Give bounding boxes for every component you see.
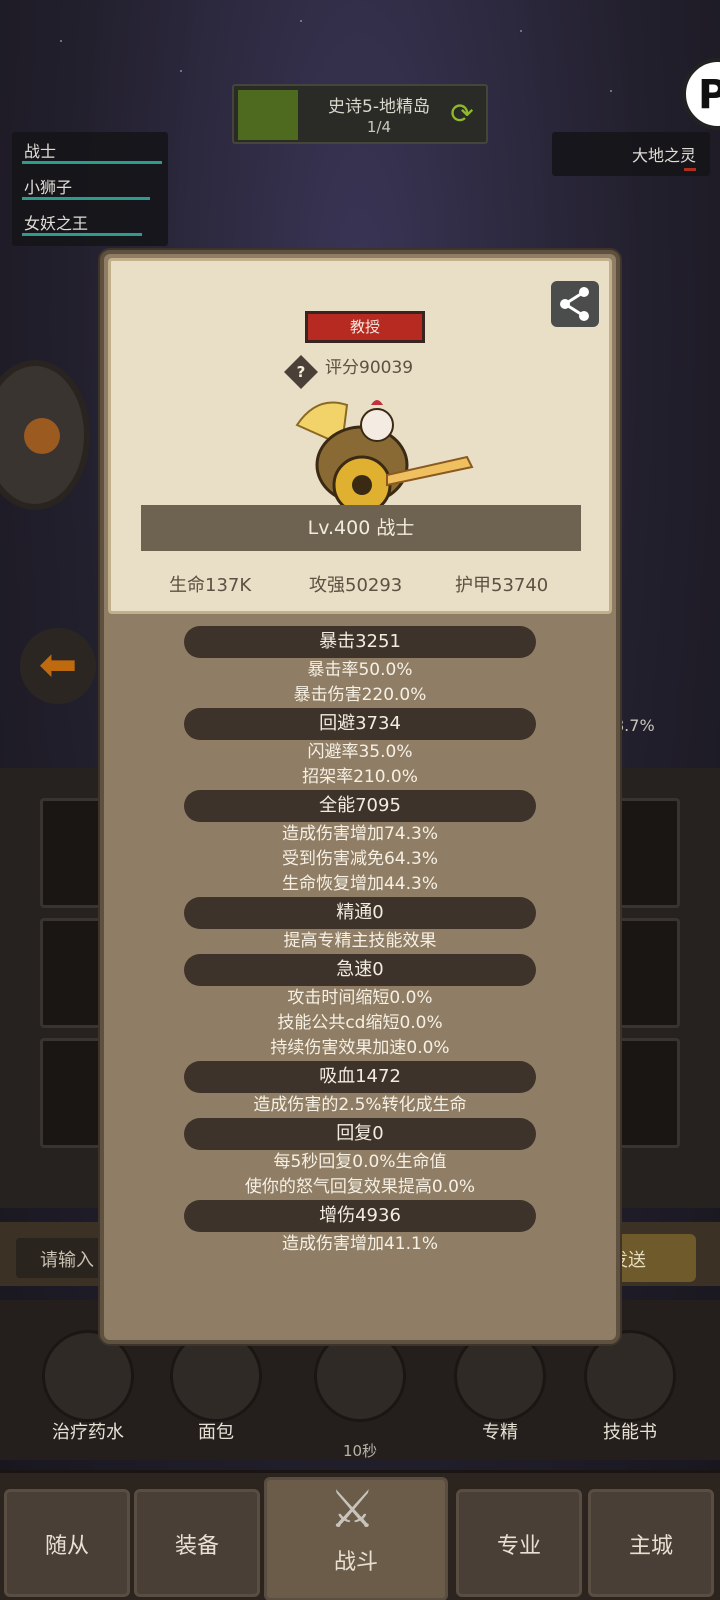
attr-line: 造成伤害的2.5%转化成生命 [253,1095,467,1115]
crossed-swords-icon: ⚔ [329,1480,376,1540]
nav-label: 战斗 [333,1550,378,1575]
stage-indicator[interactable]: 史诗5-地精岛 1/4 ⟳ [232,84,488,144]
nav-label: 专业 [496,1534,541,1559]
attr-line: 暴击率50.0% [307,660,413,680]
inventory-slot[interactable] [616,798,680,908]
attr-avoidance: 回避3734 闪避率35.0% 招架率210.0% [108,708,612,790]
attr-line: 提高专精主技能效果 [283,931,437,951]
inventory-slot[interactable] [40,1038,104,1148]
hp-stat: 生命137K [169,575,252,596]
inventory-slot[interactable] [40,798,104,908]
star [180,70,182,72]
party-member-name: 战士 [24,142,57,161]
party-member-name: 女妖之王 [24,214,89,233]
attr-haste: 急速0 攻击时间缩短0.0% 技能公共cd缩短0.0% 持续伤害效果加速0.0% [108,954,612,1061]
hero-sprite [295,400,474,515]
attr-line: 使你的怒气回复效果提高0.0% [244,1177,476,1197]
attr-line: 生命恢复增加44.3% [281,874,438,894]
attr-head: 回避3734 [184,708,536,740]
skill-label: 面包 [198,1422,234,1443]
nav-label: 装备 [174,1534,219,1559]
party-member[interactable]: 女妖之王 [12,204,168,240]
attr-head: 急速0 [184,954,536,986]
stage-name: 史诗5-地精岛 [328,97,430,117]
stage-wave: 1/4 [366,118,392,136]
attack-stat: 攻强50293 [309,575,403,596]
character-card: 教授 ? 评分90039 Lv.400 战士 生命137K 攻强50293 护甲5… [108,258,612,614]
score-row: ? 评分90039 [284,353,414,389]
attr-head: 全能7095 [184,790,536,822]
inventory-slot[interactable] [616,1038,680,1148]
profile-icon: P [698,72,720,118]
party-member[interactable]: 战士 [12,132,168,168]
enemy-name: 大地之灵 [631,146,696,165]
attr-head: 暴击3251 [184,626,536,658]
attr-head: 回复0 [184,1118,536,1150]
nav-battle[interactable]: ⚔ 战斗 [264,1477,448,1600]
rank-badge: 教授 [305,311,425,343]
attr-line: 招架率210.0% [302,767,418,787]
party-member-name: 小狮子 [24,178,73,197]
attr-head: 吸血1472 [184,1061,536,1093]
hp-bar [22,197,150,200]
skill-label: 专精 [482,1422,518,1443]
attr-head: 精通0 [184,897,536,929]
attr-damage-bonus: 增伤4936 造成伤害增加41.1% [108,1200,612,1257]
party-list: 战士 小狮子 女妖之王 [12,132,168,246]
enemy-target[interactable]: 大地之灵 [552,132,710,176]
skill-label: 技能书 [603,1422,657,1443]
attr-head: 增伤4936 [184,1200,536,1232]
nav-label: 主城 [628,1534,673,1559]
star [60,40,62,42]
help-icon[interactable]: ? [284,355,318,389]
bottom-nav: 随从 装备 ⚔ 战斗 专业 主城 [0,1470,720,1600]
attr-line: 造成伤害增加74.3% [281,824,438,844]
back-arrow-icon[interactable]: ⬅ [20,628,96,704]
attr-lifesteal: 吸血1472 造成伤害的2.5%转化成生命 [108,1061,612,1118]
nav-profession[interactable]: 专业 [456,1489,582,1597]
attr-line: 攻击时间缩短0.0% [287,988,433,1008]
star [520,30,522,32]
nav-label: 随从 [44,1534,89,1559]
refresh-icon[interactable]: ⟳ [446,98,478,130]
attr-line: 每5秒回复0.0%生命值 [273,1152,447,1172]
nav-city[interactable]: 主城 [588,1489,714,1597]
attr-line: 造成伤害增加41.1% [281,1234,438,1254]
attr-line: 受到伤害减免64.3% [281,849,438,869]
attr-line: 持续伤害效果加速0.0% [270,1038,450,1058]
party-member[interactable]: 小狮子 [12,168,168,204]
share-button[interactable] [551,281,599,327]
character-name-level: Lv.400 战士 [141,505,581,551]
nav-equipment[interactable]: 装备 [134,1489,260,1597]
attr-line: 暴击伤害220.0% [293,685,427,705]
core-stats: 生命137K 攻强50293 护甲53740 [111,571,615,601]
nav-followers[interactable]: 随从 [4,1489,130,1597]
score-text: 评分90039 [325,358,414,378]
hp-bar [22,161,162,164]
star [610,90,612,92]
star [300,20,302,22]
share-icon [560,287,589,321]
attribute-list: 暴击3251 暴击率50.0% 暴击伤害220.0% 回避3734 闪避率35.… [108,626,612,1257]
skill-label: 治疗药水 [52,1422,124,1443]
inventory-slot[interactable] [40,918,104,1028]
stage-thumbnail [238,90,298,140]
character-detail-modal: 教授 ? 评分90039 Lv.400 战士 生命137K 攻强50293 护甲5… [100,250,620,1344]
attr-versatility: 全能7095 造成伤害增加74.3% 受到伤害减免64.3% 生命恢复增加44.… [108,790,612,897]
side-percent: 8.7% [614,716,655,735]
attr-line: 技能公共cd缩短0.0% [277,1013,443,1033]
hp-bar [22,233,142,236]
enemy-hp-bar [684,168,696,171]
attr-regen: 回复0 每5秒回复0.0%生命值 使你的怒气回复效果提高0.0% [108,1118,612,1200]
skill-timer: 10秒 [342,1442,378,1460]
attr-line: 闪避率35.0% [307,742,413,762]
attr-mastery: 精通0 提高专精主技能效果 [108,897,612,954]
attr-crit: 暴击3251 暴击率50.0% 暴击伤害220.0% [108,626,612,708]
inventory-slot[interactable] [616,918,680,1028]
armor-stat: 护甲53740 [455,575,549,596]
